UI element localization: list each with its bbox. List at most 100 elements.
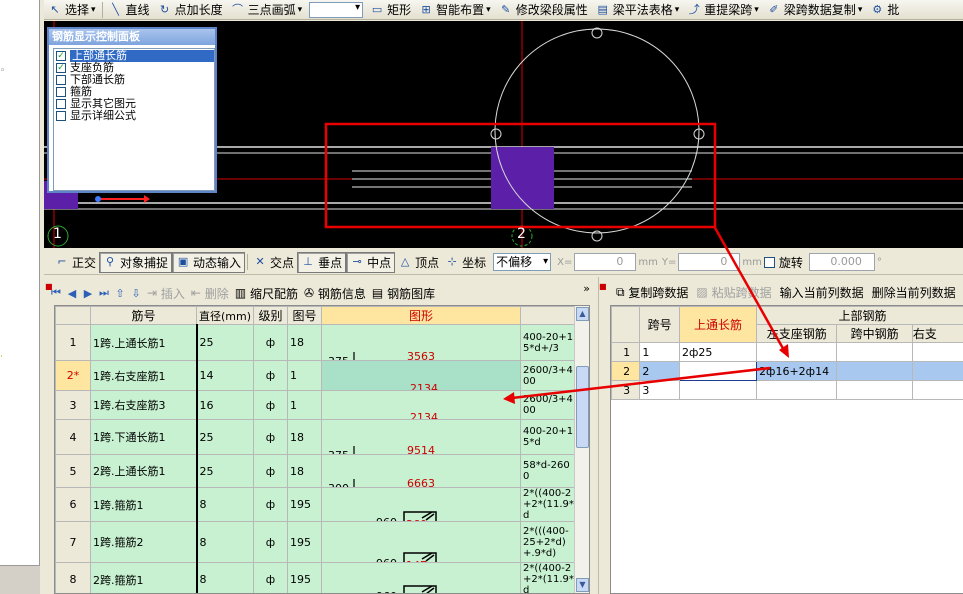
right-support-rebar-cell[interactable] <box>911 380 963 400</box>
formula-cell[interactable]: 58*d-2600 <box>520 454 577 488</box>
modify-beam-props-button[interactable]: ✎ 修改梁段属性 <box>495 1 592 19</box>
delete-current-col-button[interactable]: 删除当前列数据 <box>868 284 960 301</box>
dynamic-input-toggle[interactable]: ▣ 动态输入 <box>172 251 246 273</box>
figure-number-cell[interactable]: 18 <box>287 324 322 361</box>
rotate-checkbox[interactable] <box>763 256 775 268</box>
next-record-icon[interactable]: ▶ <box>80 287 96 300</box>
object-snap-toggle[interactable]: ⚲ 对象捕捉 <box>99 251 173 273</box>
scroll-down-icon[interactable]: ▼ <box>576 578 589 592</box>
select-button[interactable]: ↖ 选择 ▾ <box>44 1 100 19</box>
grade-cell[interactable]: ф <box>253 562 288 593</box>
figure-number-cell[interactable]: 195 <box>287 562 322 593</box>
first-record-icon[interactable]: ⏮ <box>48 286 64 300</box>
x-coordinate-input[interactable]: 0 <box>574 253 637 271</box>
table-row[interactable]: 11跨.上通长筋125ф183753563400-20+15*d+/3 <box>55 324 577 361</box>
table-row[interactable]: 3 1跨.右支座筋3 16 ф 1 2134 2600/3+400 <box>55 390 577 420</box>
diameter-cell[interactable]: 25 <box>196 454 254 488</box>
row-number[interactable]: 6 <box>55 487 91 522</box>
rectangle-button[interactable]: ▭ 矩形 <box>366 1 415 19</box>
table-row[interactable]: 2* 1跨.右支座筋1 14 ф 1 2134 2600/3+400 <box>55 360 577 391</box>
three-point-arc-button[interactable]: ⌒ 三点画弧 ▾ <box>227 1 307 19</box>
span-number-cell[interactable]: 3 <box>639 380 680 400</box>
formula-cell[interactable]: 400-20+15*d+/3 <box>520 324 577 361</box>
shape-cell[interactable]: 960360 <box>321 487 521 522</box>
row-number[interactable]: 8 <box>55 562 91 593</box>
right-support-rebar-cell[interactable] <box>911 361 963 381</box>
span-number-cell[interactable]: 1 <box>639 342 680 362</box>
rebar-name-cell[interactable]: 1跨.右支座筋1 <box>90 360 198 391</box>
prev-record-icon[interactable]: ◀ <box>64 287 80 300</box>
checkbox-checked[interactable]: ✓ <box>56 51 66 61</box>
checkbox[interactable] <box>56 99 66 109</box>
batch-button[interactable]: ⚙ 批 <box>866 1 903 19</box>
draw-mode-combo[interactable] <box>309 1 364 18</box>
row-number[interactable]: 1 <box>611 342 641 362</box>
insert-button[interactable]: ⇥ 插入 <box>144 285 188 302</box>
beam-table-button[interactable]: ▤ 梁平法表格 ▾ <box>592 1 684 19</box>
diameter-cell[interactable]: 25 <box>196 324 254 361</box>
grade-cell[interactable]: ф <box>253 454 288 488</box>
mid-span-rebar-cell[interactable] <box>836 342 913 362</box>
row-number[interactable]: 3 <box>611 380 641 400</box>
formula-cell[interactable]: 400-20+15*d <box>520 419 577 455</box>
row-number[interactable]: 5 <box>55 454 91 488</box>
scroll-up-icon[interactable]: ▲ <box>576 307 589 321</box>
mid-span-rebar-cell[interactable] <box>836 380 913 400</box>
cad-canvas[interactable]: 1 2 钢筋显示控制面板 ✓ 上部通长筋 ✓ 支座负筋 下部通长筋 箍筋 显示其它图… <box>44 21 963 248</box>
checkbox[interactable] <box>56 111 66 121</box>
rebar-info-button[interactable]: ✇ 钢筋信息 <box>301 285 369 302</box>
rebar-name-cell[interactable]: 2跨.上通长筋1 <box>90 454 198 488</box>
table-row[interactable]: 61跨.箍筋18ф1959603602*((400-2+2*(11.9*d <box>55 487 577 522</box>
shape-cell[interactable]: 2134 <box>321 390 521 420</box>
table-row[interactable]: 71跨.箍筋28ф1959601472*(((400-25+2*d)+.9*d) <box>55 521 577 563</box>
copy-span-data-button[interactable]: ✐ 梁跨数据复制 ▾ <box>763 1 867 19</box>
row-number[interactable]: 4 <box>55 419 91 455</box>
table-row[interactable]: 2 2 2ф16+2ф14 <box>611 361 963 381</box>
ortho-toggle[interactable]: ⌐ 正交 <box>52 252 99 273</box>
top-through-rebar-cell[interactable]: 2ф25 <box>678 342 758 362</box>
scroll-thumb[interactable] <box>576 366 589 448</box>
more-chevron-icon[interactable]: » <box>583 282 590 295</box>
table-row[interactable]: 82跨.箍筋18ф1959603602*((400-2+2*(11.9*d <box>55 562 577 593</box>
left-support-rebar-cell[interactable]: 2ф16+2ф14 <box>756 361 838 381</box>
intersection-snap[interactable]: ✕ 交点 <box>250 252 297 273</box>
coordinate-snap[interactable]: ⊹ 坐标 <box>442 252 489 273</box>
mid-span-rebar-cell[interactable] <box>836 361 913 381</box>
checkbox[interactable] <box>56 75 66 85</box>
shape-cell[interactable]: 3753563 <box>321 324 521 361</box>
shape-cell[interactable]: 2134 <box>321 360 521 391</box>
figure-number-cell[interactable]: 18 <box>287 419 322 455</box>
diameter-cell[interactable]: 8 <box>196 521 254 563</box>
table-row[interactable]: 41跨.下通长筋125ф183759514400-20+15*d <box>55 419 577 455</box>
checkbox-checked[interactable]: ✓ <box>56 63 66 73</box>
re-extract-span-button[interactable]: ⤴ 重提梁跨 ▾ <box>683 1 763 19</box>
formula-cell[interactable]: 2*(((400-25+2*d)+.9*d) <box>520 521 577 563</box>
span-grid[interactable]: 跨号 上通长筋 上部钢筋 左支座钢筋 跨中钢筋 右支 1 1 2ф25 2 2 2ф16+… <box>610 305 963 594</box>
pane-splitter[interactable]: ■ <box>598 277 607 594</box>
figure-number-cell[interactable]: 195 <box>287 521 322 563</box>
midpoint-snap[interactable]: ⊸ 中点 <box>346 251 396 273</box>
diameter-cell[interactable]: 8 <box>196 487 254 522</box>
figure-number-cell[interactable]: 1 <box>287 360 322 391</box>
rebar-library-button[interactable]: ▤ 钢筋图库 <box>369 285 438 302</box>
formula-cell[interactable]: 2600/3+400 <box>520 360 577 391</box>
diameter-cell[interactable]: 14 <box>196 360 254 391</box>
figure-number-cell[interactable]: 1 <box>287 390 322 420</box>
formula-cell[interactable]: 2*((400-2+2*(11.9*d <box>520 562 577 593</box>
copy-span-button[interactable]: ⧉ 复制跨数据 <box>612 284 692 301</box>
checkbox[interactable] <box>56 87 66 97</box>
diameter-cell[interactable]: 25 <box>196 419 254 455</box>
move-down-icon[interactable]: ⇩ <box>128 287 144 300</box>
grade-cell[interactable]: ф <box>253 487 288 522</box>
rebar-name-cell[interactable]: 1跨.箍筋2 <box>90 521 198 563</box>
shape-cell[interactable]: 3006663 <box>321 454 521 488</box>
input-current-col-button[interactable]: 输入当前列数据 <box>776 284 868 301</box>
shape-cell[interactable]: 960147 <box>321 521 521 563</box>
last-record-icon[interactable]: ⏭ <box>96 286 112 300</box>
span-number-cell[interactable]: 2 <box>639 361 680 381</box>
smart-layout-button[interactable]: ⊞ 智能布置 ▾ <box>415 1 495 19</box>
grade-cell[interactable]: ф <box>253 521 288 563</box>
table-row[interactable]: 52跨.上通长筋125ф18300666358*d-2600 <box>55 454 577 488</box>
table-row[interactable]: 1 1 2ф25 <box>611 342 963 362</box>
move-up-icon[interactable]: ⇧ <box>112 287 128 300</box>
